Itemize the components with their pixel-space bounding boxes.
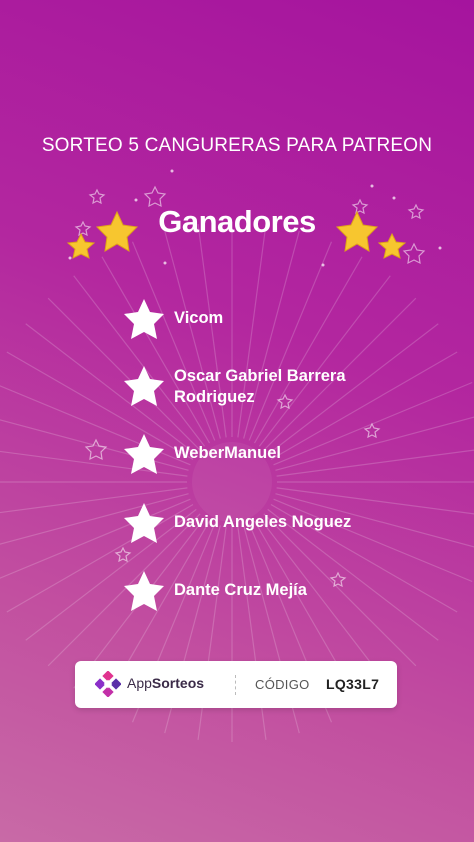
raffle-title: SORTEO 5 CANGURERAS PARA PATREON (41, 135, 433, 156)
gold-star-icon (66, 232, 96, 259)
verification-footer[interactable]: AppSorteos CÓDIGO LQ33L7 (75, 661, 397, 708)
winner-name: David Angeles Noguez (174, 513, 352, 531)
code-value: LQ33L7 (326, 676, 380, 692)
winner-name: Dante Cruz Mejía (174, 581, 307, 599)
star-icon (124, 299, 164, 339)
star-icon (124, 503, 164, 543)
star-icon (124, 366, 164, 406)
gold-star-icon (377, 232, 407, 259)
decorative-stars (66, 169, 442, 588)
brand-suffix: Sorteos (151, 675, 205, 691)
winner-name: Oscar Gabriel Barrera Rodriguez (174, 367, 346, 406)
appsorteos-logo-icon (95, 671, 121, 697)
winner-name: WeberManuel (174, 444, 281, 462)
gold-star-icon (335, 210, 379, 252)
winner-name: Vicom (174, 309, 224, 327)
star-icon (124, 571, 164, 611)
code-label: CÓDIGO (255, 677, 310, 692)
gold-star-icon (95, 210, 139, 252)
brand-prefix: App (127, 675, 152, 691)
brand-name: AppSorteos (127, 675, 204, 691)
footer-divider (235, 675, 236, 695)
star-icon (124, 434, 164, 474)
winners-heading: Ganadores (158, 204, 316, 239)
